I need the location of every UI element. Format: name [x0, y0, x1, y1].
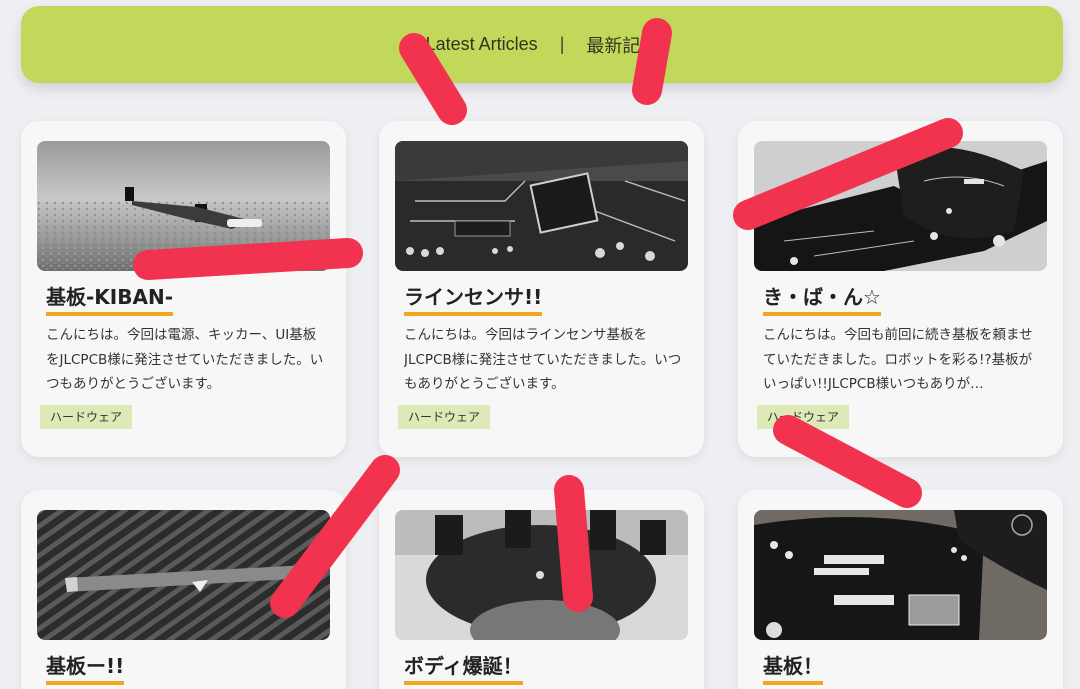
article-card[interactable]: 基板！ — [738, 490, 1063, 689]
article-thumbnail[interactable] — [395, 141, 688, 271]
article-excerpt: こんにちは。今回も前回に続き基板を頼ませていただきました。ロボットを彩る!?基板… — [763, 327, 1033, 392]
article-card[interactable]: 基板ー!! — [21, 490, 346, 689]
article-card[interactable]: ボディ爆誕！ — [379, 490, 704, 689]
article-thumbnail[interactable] — [395, 510, 688, 640]
category-tag[interactable]: ハードウェア — [757, 405, 850, 429]
article-thumbnail[interactable] — [37, 510, 330, 640]
category-tag[interactable]: ハードウェア — [398, 405, 491, 429]
latest-articles-japanese-link[interactable]: 最新記事 — [586, 32, 658, 58]
latest-articles-link[interactable]: Latest Articles — [426, 34, 538, 55]
article-excerpt: こんにちは。今回は電源、キッカー、UI基板をJLCPCB様に発注させていただきま… — [46, 327, 324, 392]
article-card[interactable]: き・ば・ん☆ こんにちは。今回も前回に続き基板を頼ませていただきました。ロボット… — [738, 121, 1063, 457]
article-title[interactable]: 基板ー!! — [46, 653, 125, 685]
category-tag[interactable]: ハードウェア — [40, 405, 133, 429]
header-bar: Latest Articles | 最新記事 — [21, 6, 1063, 83]
page: Latest Articles | 最新記事 基板-KIBAN- こんにちは。今… — [0, 0, 1080, 689]
article-thumbnail[interactable] — [754, 510, 1047, 640]
article-card[interactable]: ラインセンサ!! こんにちは。今回はラインセンサ基板をJLCPCB様に発注させて… — [379, 121, 704, 457]
article-title[interactable]: ボディ爆誕！ — [404, 653, 523, 685]
article-title[interactable]: ラインセンサ!! — [404, 284, 543, 316]
article-title[interactable]: き・ば・ん☆ — [763, 284, 881, 316]
header-separator: | — [559, 34, 565, 54]
article-thumbnail[interactable] — [754, 141, 1047, 271]
article-title[interactable]: 基板-KIBAN- — [46, 284, 174, 316]
article-excerpt: こんにちは。今回はラインセンサ基板をJLCPCB様に発注させていただきました。い… — [404, 327, 682, 392]
article-card[interactable]: 基板-KIBAN- こんにちは。今回は電源、キッカー、UI基板をJLCPCB様に… — [21, 121, 346, 457]
article-thumbnail[interactable] — [37, 141, 330, 271]
article-title[interactable]: 基板！ — [763, 653, 823, 685]
